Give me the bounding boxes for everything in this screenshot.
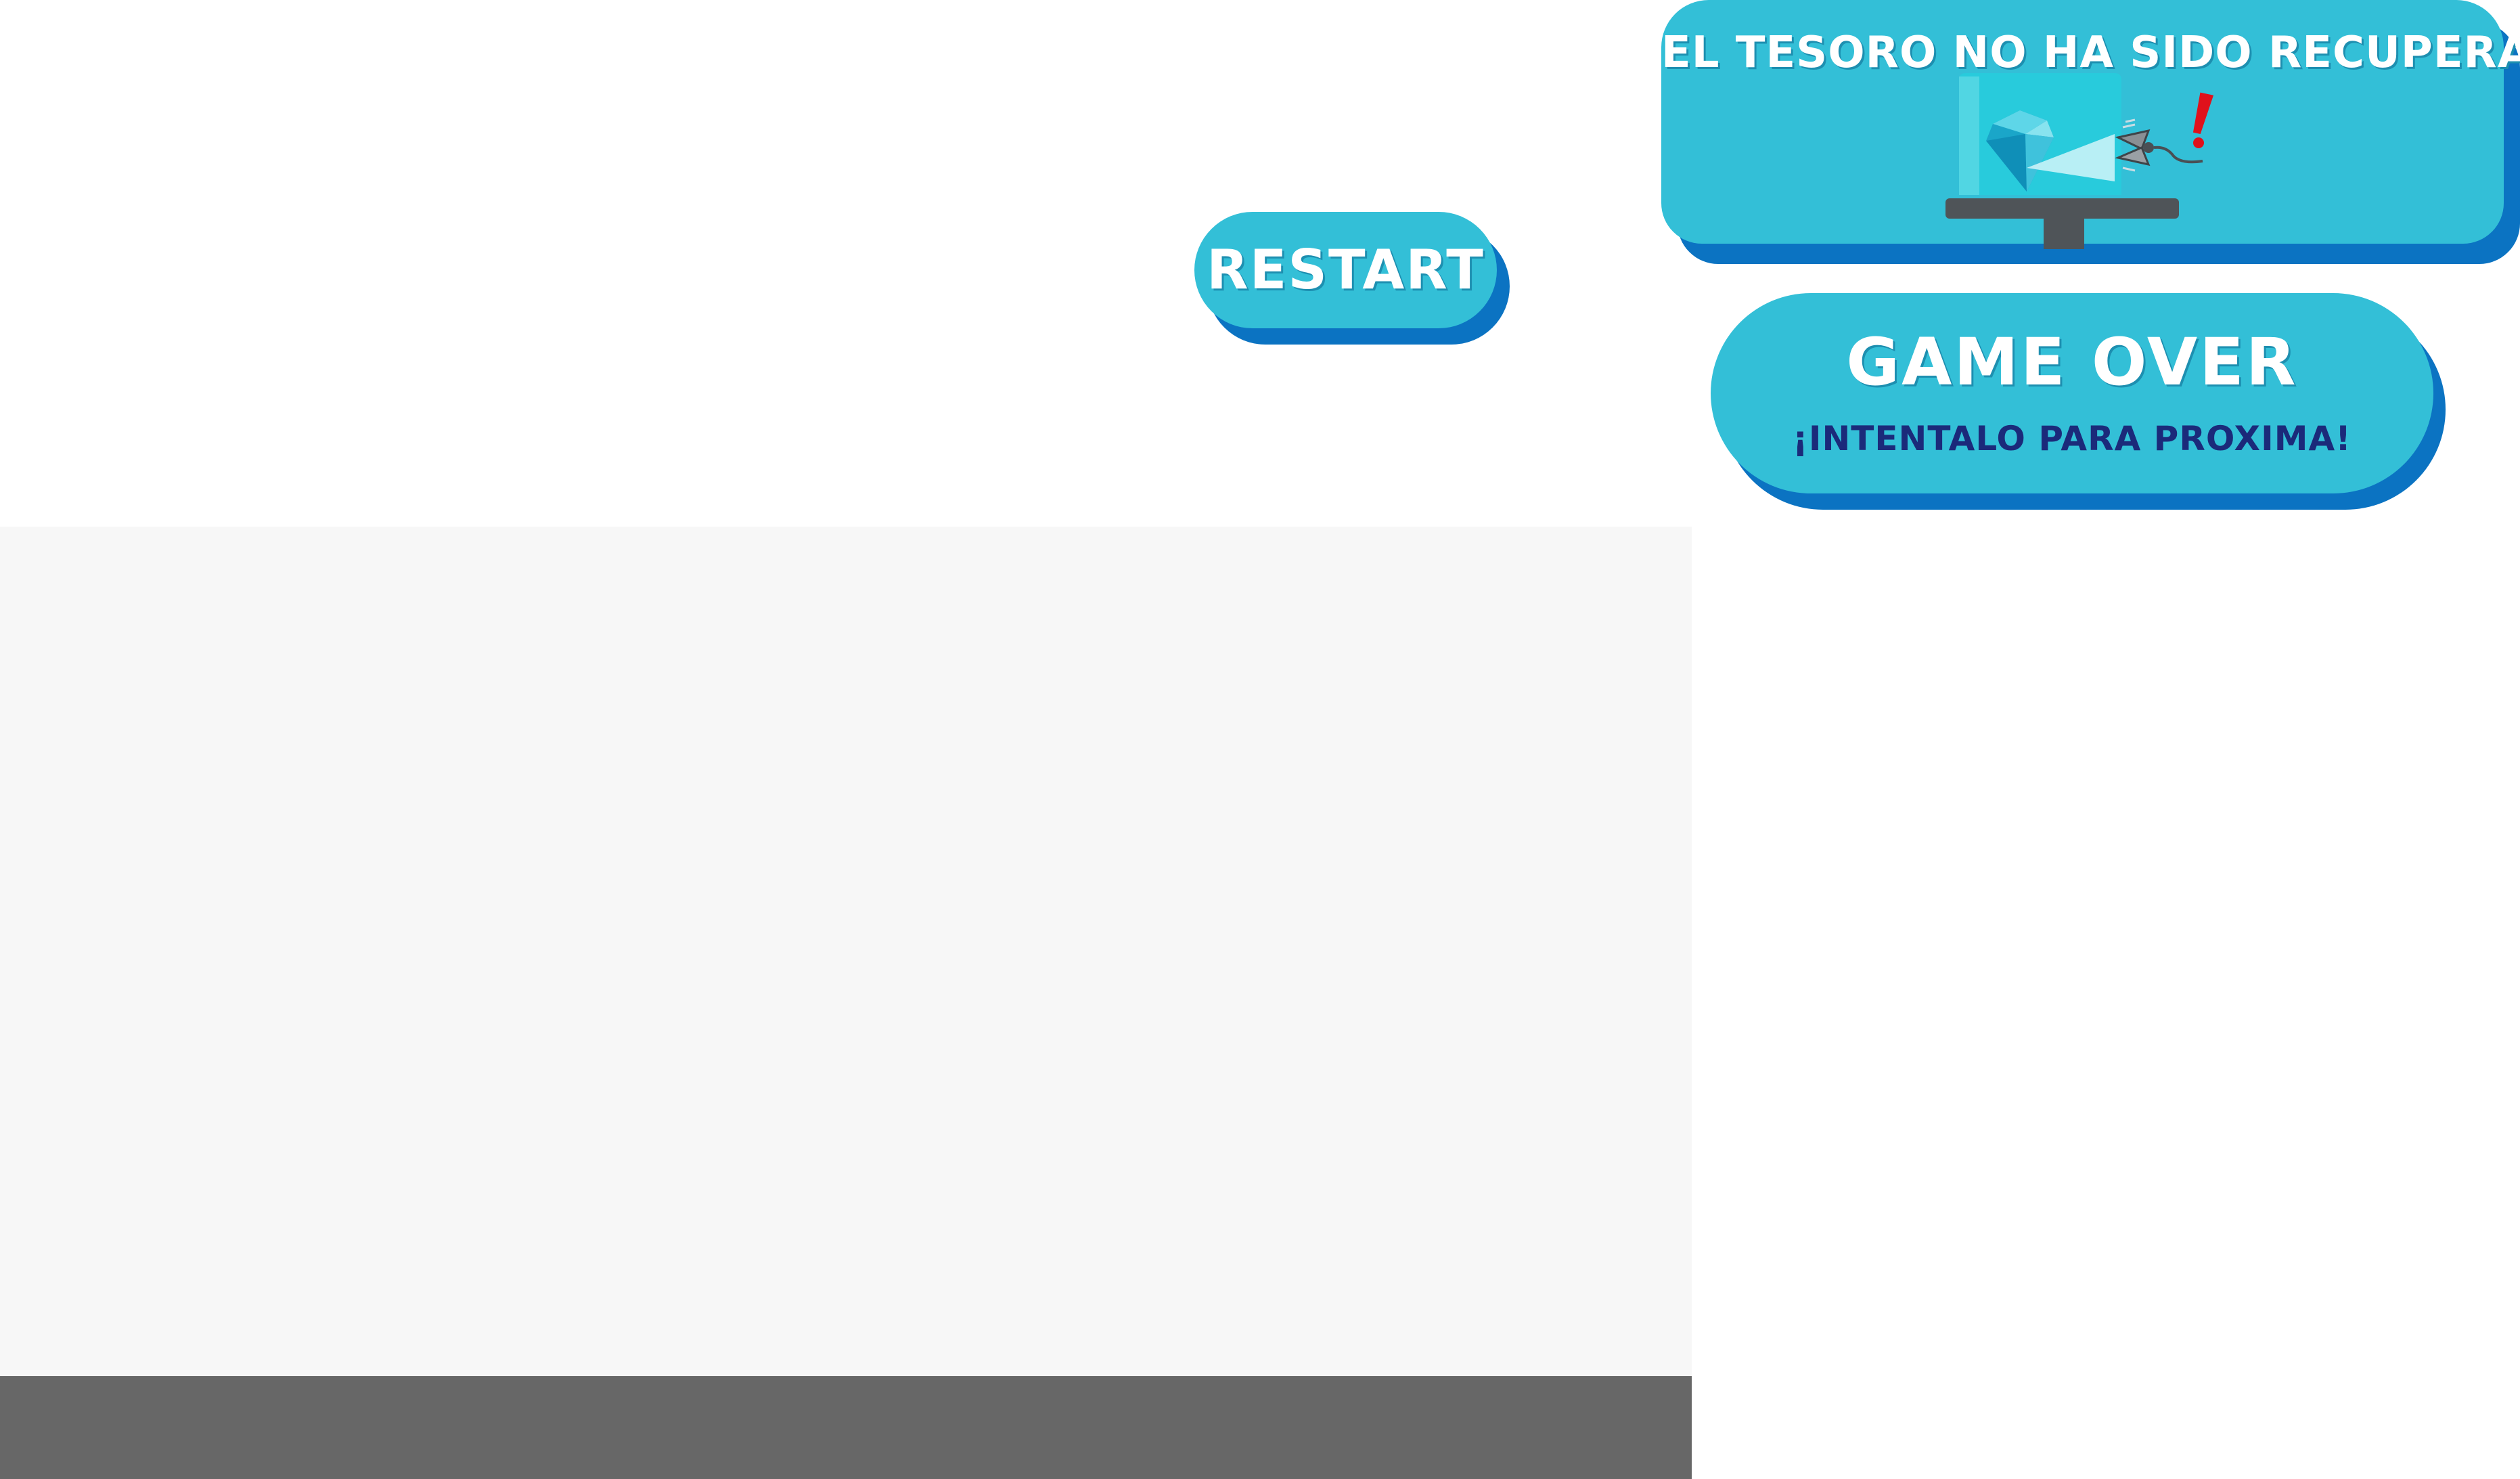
restart-button[interactable]: Restart <box>1194 212 1497 328</box>
restart-label: Restart <box>1207 238 1485 301</box>
grabber-claw-icon <box>2115 118 2203 172</box>
game-over-subtitle: ¡Intentalo para proxima! <box>1793 419 2352 458</box>
floor-bar <box>0 1376 1692 1479</box>
alert-exclamation-icon <box>2192 92 2214 148</box>
game-over-title: Game Over <box>1846 324 2298 400</box>
treasure-illustration <box>1945 73 2214 249</box>
game-over-panel: Game Over ¡Intentalo para proxima! <box>1711 293 2433 493</box>
case-glare <box>1959 76 1979 195</box>
game-area <box>0 527 1692 1376</box>
treasure-status-panel: El tesoro no ha sido recuperado <box>1661 0 2520 249</box>
monitor-stand-icon <box>1945 198 2179 249</box>
treasure-status-title: El tesoro no ha sido recuperado <box>1661 28 2520 78</box>
